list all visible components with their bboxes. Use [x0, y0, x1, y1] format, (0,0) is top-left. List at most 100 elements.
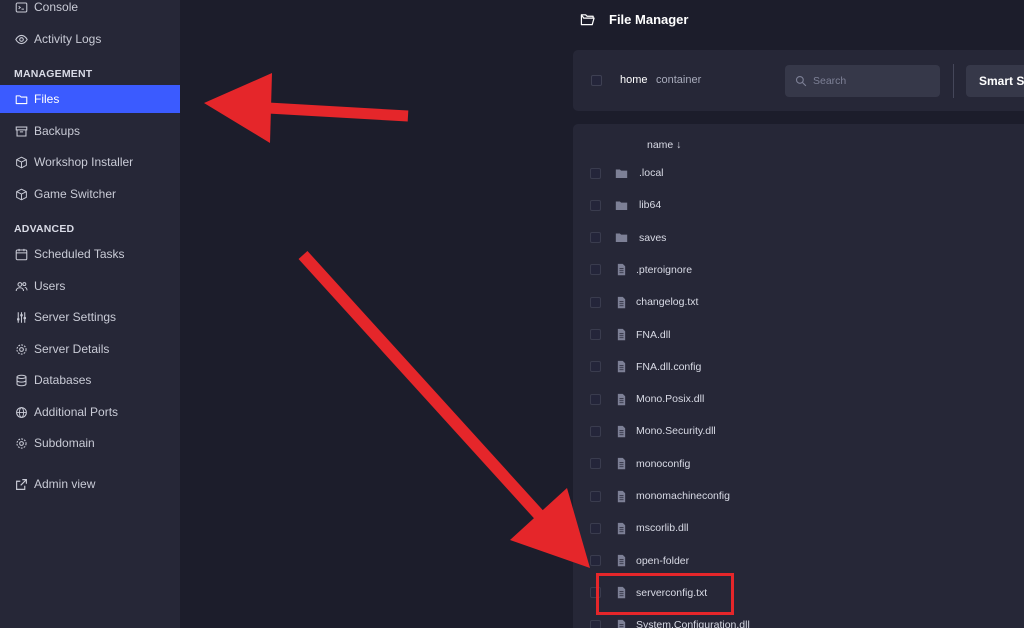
file-name: .pteroignore [636, 263, 693, 276]
file-name: monomachineconfig [636, 490, 730, 502]
file-row-checkbox[interactable] [590, 264, 601, 276]
file-name: changelog.txt [636, 296, 699, 309]
sidebar-item-label: Users [34, 279, 66, 293]
sidebar-item-label: Databases [34, 373, 92, 387]
database-icon [14, 373, 28, 387]
sidebar-item-databases[interactable]: Databases [0, 366, 180, 394]
sidebar-item-additional-ports[interactable]: Additional Ports [0, 398, 180, 426]
sidebar-item-label: Game Switcher [34, 187, 117, 201]
file-name: lib64 [639, 199, 662, 212]
sidebar-item-console[interactable]: Console [0, 0, 180, 21]
file-row-checkbox[interactable] [590, 232, 601, 244]
breadcrumb-container[interactable]: container [656, 74, 701, 86]
file-row-checkbox[interactable] [590, 458, 601, 470]
file-icon [615, 296, 628, 309]
sidebar-item-users[interactable]: Users [0, 272, 180, 300]
page-title: File Manager [580, 10, 688, 28]
folder-icon [615, 167, 628, 180]
sidebar-item-label: Activity Logs [34, 32, 102, 46]
file-icon [615, 263, 628, 276]
sidebar-item-backups[interactable]: Backups [0, 117, 180, 145]
file-row-checkbox[interactable] [590, 490, 601, 502]
sidebar-item-subdomain[interactable]: Subdomain [0, 429, 180, 457]
file-icon [615, 554, 628, 567]
column-header-name[interactable]: name ↓ [647, 139, 681, 151]
archive-icon [14, 124, 28, 138]
file-row[interactable]: lib64 [573, 193, 1024, 217]
file-row[interactable]: mscorlib.dll [573, 516, 1024, 540]
folder-icon [615, 199, 628, 212]
users-icon [14, 279, 28, 293]
file-row[interactable]: changelog.txt [573, 290, 1024, 314]
file-row[interactable]: Mono.Posix.dll [573, 387, 1024, 411]
smart-search-button[interactable]: Smart Se [966, 65, 1024, 97]
folder-icon [14, 92, 28, 106]
file-name: FNA.dll [636, 328, 671, 341]
search-box[interactable] [785, 65, 940, 97]
file-icon [615, 328, 628, 341]
file-icon [615, 522, 628, 535]
file-name: serverconfig.txt [636, 586, 708, 599]
file-row-checkbox[interactable] [590, 329, 601, 340]
file-name: Mono.Posix.dll [636, 393, 705, 406]
file-name: saves [639, 231, 667, 244]
breadcrumb-home[interactable]: home [620, 74, 648, 86]
file-row-checkbox[interactable] [590, 425, 601, 437]
terminal-icon [14, 0, 28, 14]
sidebar-item-label: Admin view [34, 477, 96, 491]
file-row[interactable]: serverconfig.txt [573, 581, 1024, 605]
sidebar-item-workshop-installer[interactable]: Workshop Installer [0, 148, 180, 176]
sliders-icon [14, 310, 28, 324]
globe-icon [14, 405, 28, 419]
file-row-checkbox[interactable] [590, 296, 601, 308]
eye-icon [14, 32, 28, 46]
sidebar-item-label: Files [34, 92, 60, 106]
file-row-checkbox[interactable] [590, 393, 601, 405]
sidebar-item-label: Backups [34, 124, 81, 138]
select-all-checkbox[interactable] [591, 75, 602, 86]
file-row[interactable]: FNA.dll.config [573, 355, 1024, 379]
file-row-checkbox[interactable] [590, 199, 601, 211]
sidebar-item-admin-view[interactable]: Admin view [0, 470, 180, 498]
file-row[interactable]: Mono.Security.dll [573, 419, 1024, 443]
sidebar-item-label: Subdomain [34, 436, 95, 450]
sidebar-item-label: Console [34, 0, 79, 14]
file-row-checkbox[interactable] [590, 361, 601, 373]
file-row[interactable]: open-folder [573, 549, 1024, 573]
sidebar-item-label: Scheduled Tasks [34, 247, 125, 261]
folder-icon [615, 231, 628, 244]
file-row[interactable]: .pteroignore [573, 258, 1024, 282]
sidebar: Console Activity Logs MANAGEMENT Files B… [0, 0, 180, 628]
toolbar-divider [953, 64, 954, 98]
sidebar-item-server-settings[interactable]: Server Settings [0, 303, 180, 331]
file-row-checkbox[interactable] [590, 167, 601, 179]
file-row[interactable]: System.Configuration.dll [573, 613, 1024, 628]
sidebar-item-game-switcher[interactable]: Game Switcher [0, 180, 180, 208]
file-icon [615, 457, 628, 470]
file-row[interactable]: monomachineconfig [573, 484, 1024, 508]
file-row[interactable]: saves [573, 226, 1024, 250]
file-row-checkbox[interactable] [590, 619, 601, 628]
cube-icon [14, 155, 28, 169]
file-name: open-folder [636, 554, 690, 567]
file-row-checkbox[interactable] [590, 587, 601, 599]
file-row[interactable]: monoconfig [573, 452, 1024, 476]
file-name: FNA.dll.config [636, 360, 702, 373]
file-row[interactable]: FNA.dll [573, 323, 1024, 347]
file-name: .local [639, 167, 664, 179]
file-row-checkbox[interactable] [590, 555, 601, 567]
file-icon [615, 360, 628, 373]
file-name: Mono.Security.dll [636, 425, 716, 438]
file-icon [615, 619, 628, 628]
sidebar-item-server-details[interactable]: Server Details [0, 335, 180, 363]
file-icon [615, 586, 628, 599]
file-name: monoconfig [636, 457, 691, 470]
sidebar-item-files[interactable]: Files [0, 85, 180, 113]
search-input[interactable] [813, 75, 933, 87]
file-icon [615, 490, 628, 503]
sidebar-item-activity-logs[interactable]: Activity Logs [0, 25, 180, 53]
file-row-checkbox[interactable] [590, 522, 601, 534]
section-label-management: MANAGEMENT [14, 68, 93, 80]
file-row[interactable]: .local [573, 161, 1024, 185]
sidebar-item-scheduled-tasks[interactable]: Scheduled Tasks [0, 240, 180, 268]
